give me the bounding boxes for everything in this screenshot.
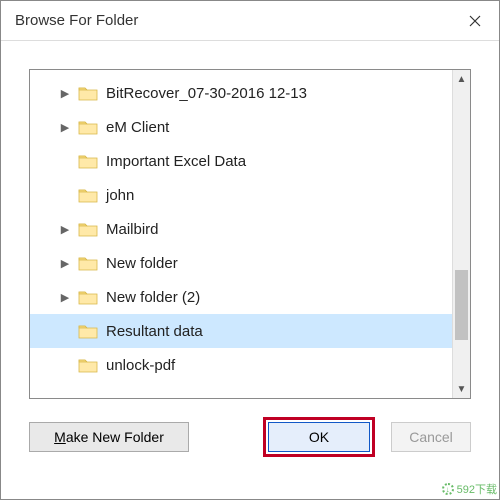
titlebar: Browse For Folder — [1, 1, 499, 41]
scroll-thumb[interactable] — [455, 270, 468, 340]
cancel-button[interactable]: Cancel — [391, 422, 471, 452]
ok-button[interactable]: OK — [268, 422, 370, 452]
folder-icon — [78, 289, 98, 305]
tree-item-label: eM Client — [106, 119, 169, 136]
folder-icon — [78, 119, 98, 135]
chevron-right-icon[interactable]: ▶ — [58, 257, 72, 270]
chevron-right-icon[interactable]: ▶ — [58, 291, 72, 304]
folder-icon — [78, 323, 98, 339]
tree-item-label: Important Excel Data — [106, 153, 246, 170]
chevron-right-icon[interactable]: ▶ — [58, 121, 72, 134]
ok-button-highlight: OK — [263, 417, 375, 457]
close-button[interactable] — [451, 1, 499, 41]
make-new-folder-button[interactable]: Make New Folder — [29, 422, 189, 452]
folder-icon — [78, 255, 98, 271]
folder-tree[interactable]: ▶BitRecover_07-30-2016 12-13▶eM Client▶I… — [30, 70, 452, 398]
tree-item[interactable]: ▶ New folder — [30, 246, 452, 280]
close-icon — [469, 15, 481, 27]
tree-item-label: New folder (2) — [106, 289, 200, 306]
chevron-right-icon[interactable]: ▶ — [58, 223, 72, 236]
scrollbar[interactable]: ▲ ▼ — [452, 70, 470, 398]
tree-item[interactable]: ▶ BitRecover_07-30-2016 12-13 — [30, 76, 452, 110]
tree-item-label: john — [106, 187, 134, 204]
browse-folder-dialog: Browse For Folder ▶ BitRecover_07-30-2016… — [0, 0, 500, 500]
folder-tree-container: ▶BitRecover_07-30-2016 12-13▶eM Client▶I… — [29, 69, 471, 399]
tree-item[interactable]: ▶unlock-pdf — [30, 348, 452, 382]
folder-icon — [78, 221, 98, 237]
watermark: ↓ 592下载 — [442, 481, 497, 497]
folder-icon — [78, 153, 98, 169]
tree-item[interactable]: ▶ New folder (2) — [30, 280, 452, 314]
button-bar: Make New Folder OK Cancel — [1, 399, 499, 475]
tree-item[interactable]: ▶Resultant data — [30, 314, 452, 348]
tree-item-label: Mailbird — [106, 221, 159, 238]
folder-icon — [78, 85, 98, 101]
scroll-down-arrow[interactable]: ▼ — [453, 380, 470, 398]
watermark-icon: ↓ — [442, 483, 454, 495]
tree-item-label: Resultant data — [106, 323, 203, 340]
dialog-title: Browse For Folder — [15, 12, 451, 29]
dialog-content: ▶BitRecover_07-30-2016 12-13▶eM Client▶I… — [1, 41, 499, 399]
folder-icon — [78, 187, 98, 203]
tree-item[interactable]: ▶john — [30, 178, 452, 212]
tree-item[interactable]: ▶Important Excel Data — [30, 144, 452, 178]
tree-item-label: unlock-pdf — [106, 357, 175, 374]
chevron-right-icon[interactable]: ▶ — [58, 87, 72, 100]
tree-item[interactable]: ▶ eM Client — [30, 110, 452, 144]
tree-item-label: New folder — [106, 255, 178, 272]
scroll-up-arrow[interactable]: ▲ — [453, 70, 470, 88]
tree-item-label: BitRecover_07-30-2016 12-13 — [106, 85, 307, 102]
tree-item[interactable]: ▶ Mailbird — [30, 212, 452, 246]
folder-icon — [78, 357, 98, 373]
